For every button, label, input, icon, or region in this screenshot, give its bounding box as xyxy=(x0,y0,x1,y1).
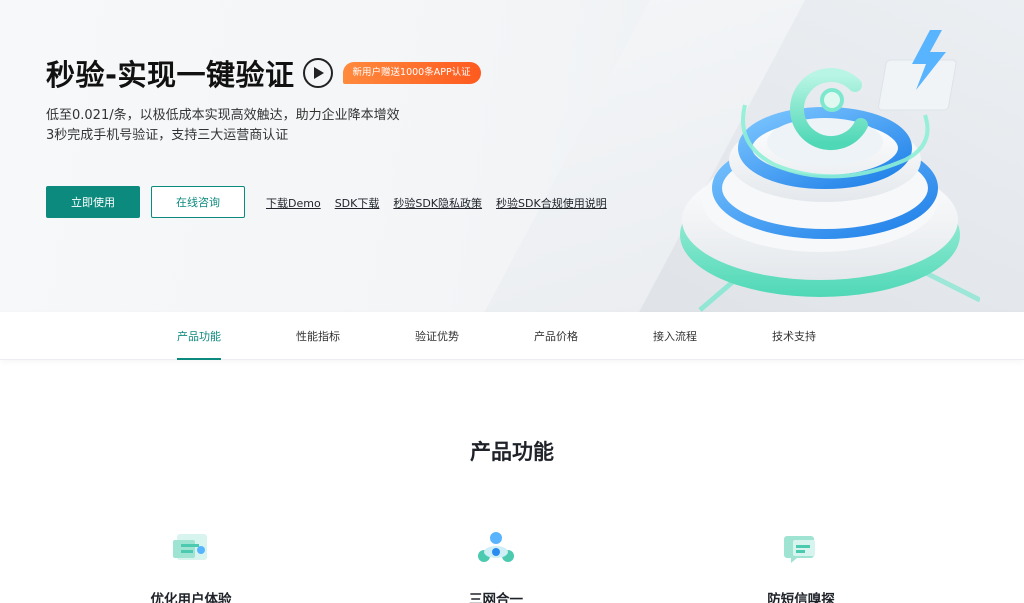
feature-name: 三网合一 xyxy=(469,592,523,603)
feature-card: 三网合一 xyxy=(416,526,576,603)
hero-banner: 秒验-实现一键验证 新用户赠送1000条APP认证 低至0.021/条，以极低成… xyxy=(0,0,1024,312)
tab-integration[interactable]: 接入流程 xyxy=(653,312,697,360)
tab-tech-support[interactable]: 技术支持 xyxy=(772,312,816,360)
play-circle-icon[interactable] xyxy=(302,58,333,88)
promo-badge: 新用户赠送1000条APP认证 xyxy=(342,62,481,84)
tab-performance[interactable]: 性能指标 xyxy=(296,312,340,360)
compliance-guide-link[interactable]: 秒验SDK合规使用说明 xyxy=(496,195,607,211)
section-tabbar: 产品功能 性能指标 验证优势 产品价格 接入流程 技术支持 xyxy=(0,312,1024,360)
hero-title-row: 秒验-实现一键验证 新用户赠送1000条APP认证 xyxy=(46,52,481,94)
feature-name: 防短信嗅探 xyxy=(767,592,835,603)
hero-subtitle: 3秒完成手机号验证，支持三大运营商认证 xyxy=(46,128,289,143)
sdk-download-link[interactable]: SDK下载 xyxy=(335,195,380,211)
feature-card: 防短信嗅探 xyxy=(721,526,881,603)
hero-illustration xyxy=(680,30,980,312)
privacy-policy-link[interactable]: 秒验SDK隐私政策 xyxy=(393,195,482,211)
download-demo-link[interactable]: 下载Demo xyxy=(266,195,321,211)
section-title: 产品功能 xyxy=(470,440,554,464)
online-consult-button[interactable]: 在线咨询 xyxy=(151,186,245,218)
use-now-button[interactable]: 立即使用 xyxy=(46,186,140,218)
feature-name: 优化用户体验 xyxy=(150,592,232,603)
tab-product-features[interactable]: 产品功能 xyxy=(177,312,221,360)
hero-subtitle: 低至0.021/条，以极低成本实现高效触达，助力企业降本增效 xyxy=(46,108,400,123)
sms-shield-icon xyxy=(784,536,815,563)
feature-card: 优化用户体验 xyxy=(111,526,271,603)
user-experience-icon xyxy=(173,534,207,560)
tab-advantages[interactable]: 验证优势 xyxy=(415,312,459,360)
tab-pricing[interactable]: 产品价格 xyxy=(534,312,578,360)
network-merge-icon xyxy=(478,532,514,562)
hero-title: 秒验-实现一键验证 xyxy=(46,58,295,92)
hero-links: 下载Demo SDK下载 秒验SDK隐私政策 秒验SDK合规使用说明 xyxy=(266,195,621,211)
